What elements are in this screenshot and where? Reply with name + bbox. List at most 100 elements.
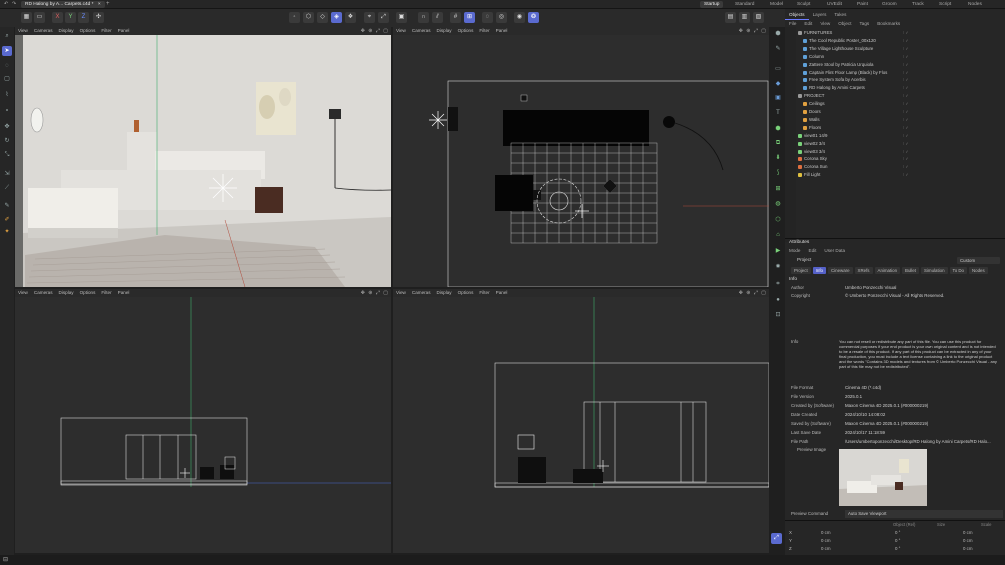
model-mode-icon[interactable]: ▦ (21, 12, 32, 23)
viewport-menu-display[interactable]: Display (434, 27, 455, 35)
visibility-dots-icon[interactable]: ⁝ ✓ (903, 124, 909, 132)
select-tool-icon[interactable]: ➤ (2, 46, 12, 56)
layout-tab-standard[interactable]: Standard (731, 1, 758, 8)
circle-select-icon[interactable]: ∘ (2, 106, 12, 116)
render-region-icon[interactable]: ◎ (496, 12, 507, 23)
layout-tab-track[interactable]: Track (908, 1, 928, 8)
volume-icon[interactable]: ⬡ (773, 215, 783, 225)
layout-tab-script[interactable]: Script (935, 1, 955, 8)
viewport-menu-view[interactable]: View (393, 289, 409, 297)
visibility-dots-icon[interactable]: ⁝ ✓ (903, 69, 909, 77)
object-list-item[interactable]: Column ⁝ ✓ (798, 53, 1005, 61)
viewport-menu-view[interactable]: View (15, 289, 31, 297)
object-menu-edit[interactable]: Edit (800, 20, 816, 28)
viewport-nav-icons[interactable]: ✥ ⊕ ⤢ ▢ (739, 28, 767, 34)
object-list-item[interactable]: Floors ⁝ ✓ (798, 124, 1005, 132)
redo-icon[interactable]: ↷ (12, 1, 16, 7)
object-list-item[interactable]: Zattere Stool by Patricia Urquiola ⁝ ✓ (798, 61, 1005, 69)
visibility-dots-icon[interactable]: ⁝ ✓ (903, 108, 909, 116)
viewport-menu-cameras[interactable]: Cameras (409, 27, 434, 35)
object-list-item[interactable]: view01 14/9 ⁝ ✓ (798, 132, 1005, 140)
viewport-menu-filter[interactable]: Filter (98, 27, 114, 35)
object-list-item[interactable]: RD Halong by Amini Carpets ⁝ ✓ (798, 84, 1005, 92)
layout-tab-nodes[interactable]: Nodes (964, 1, 986, 8)
tab-layers[interactable]: Layers (809, 11, 831, 19)
viewport-menu-filter[interactable]: Filter (98, 289, 114, 297)
viewport-menu-cameras[interactable]: Cameras (31, 27, 56, 35)
viewport-right[interactable]: View Cameras Display Options Filter Panel ✥ ⊕… (393, 289, 769, 553)
coordinate-field[interactable]: 0 cm (821, 546, 831, 551)
viewport-front[interactable]: View Cameras Display Options Filter Panel ✥ ⊕… (15, 289, 391, 553)
object-list-item[interactable]: Corona Sky ⁝ ✓ (798, 155, 1005, 163)
coordinate-field[interactable]: 0 cm (821, 538, 831, 543)
attributes-menu-edit[interactable]: Edit (805, 247, 821, 255)
transform-tool-icon[interactable]: ⇲ (2, 169, 12, 179)
cube-object-icon[interactable]: ⬢ (773, 29, 783, 39)
subtab-simulation[interactable]: Simulation (921, 267, 948, 274)
subtab-project[interactable]: Project (791, 267, 811, 274)
viewport-menu-options[interactable]: Options (455, 27, 477, 35)
coordinate-field[interactable]: 0 ° (895, 546, 900, 551)
viewport-menu-filter[interactable]: Filter (476, 289, 492, 297)
coordinates-column-header[interactable]: Scale (981, 522, 991, 527)
visibility-dots-icon[interactable]: ⁝ ✓ (903, 53, 909, 61)
object-list-item[interactable]: Fill Light ⁝ ✓ (798, 171, 1005, 179)
plane-icon[interactable]: ◆ (773, 79, 783, 89)
object-list-item[interactable]: Walls ⁝ ✓ (798, 116, 1005, 124)
visibility-dots-icon[interactable]: ⁝ ✓ (903, 37, 909, 45)
visibility-dots-icon[interactable]: ⁝ ✓ (903, 76, 909, 84)
visibility-dots-icon[interactable]: ⁝ ✓ (903, 84, 909, 92)
visibility-dots-icon[interactable]: ⁝ ✓ (903, 61, 909, 69)
viewport-menu-display[interactable]: Display (56, 289, 77, 297)
subdivision-icon[interactable]: ⬢ (773, 124, 783, 134)
live-selection-icon[interactable]: ◌ (2, 61, 12, 71)
viewport-menu-display[interactable]: Display (56, 27, 77, 35)
viewport-menu-options[interactable]: Options (77, 289, 99, 297)
grid-icon[interactable]: # (450, 12, 461, 23)
object-menu-tags[interactable]: Tags (855, 20, 873, 28)
visibility-dots-icon[interactable]: ⁝ ✓ (903, 155, 909, 163)
x-axis-toggle[interactable]: X (52, 12, 63, 23)
viewport-top[interactable]: View Cameras Display Options Filter Panel ✥ ⊕… (393, 27, 769, 287)
magnet-icon[interactable]: ∩ (418, 12, 429, 23)
visibility-dots-icon[interactable]: ⁝ ✓ (903, 116, 909, 124)
object-menu-view[interactable]: View (816, 20, 834, 28)
subtab-bullet[interactable]: Bullet (902, 267, 920, 274)
workplane-icon[interactable]: ⤢ (378, 12, 389, 23)
viewport-menu-panel[interactable]: Panel (115, 289, 133, 297)
coordinate-field[interactable]: 0 ° (895, 538, 900, 543)
attributes-menu-user-data[interactable]: User Data (820, 247, 849, 255)
layout-tab-startup[interactable]: Startup (700, 1, 724, 8)
tab-objects[interactable]: Objects (785, 11, 809, 20)
rect-selection-icon[interactable]: ▢ (2, 74, 12, 84)
close-icon[interactable]: × (98, 2, 101, 7)
preset-dropdown[interactable]: Custom (957, 257, 1000, 264)
object-menu-object[interactable]: Object (834, 20, 855, 28)
subtab-cineware[interactable]: Cineware (828, 267, 853, 274)
attributes-menu-mode[interactable]: Mode (785, 247, 805, 255)
visibility-dots-icon[interactable]: ⁝ ✓ (903, 45, 909, 53)
render-picture-viewer-icon[interactable]: ▥ (739, 12, 750, 23)
spline-pen-icon[interactable]: ✎ (773, 44, 783, 54)
subtab-nodes[interactable]: Nodes (969, 267, 988, 274)
visibility-dots-icon[interactable]: ⁝ ✓ (903, 163, 909, 171)
object-list-item[interactable]: Doors ⁝ ✓ (798, 108, 1005, 116)
snap-icon[interactable]: ⌖ (364, 12, 375, 23)
object-list-item[interactable]: The Village Lighthouse Sculpture ⁝ ✓ (798, 45, 1005, 53)
coordinates-column-header[interactable]: Object (Rel) (893, 522, 915, 527)
null-icon[interactable]: ⊞ (773, 184, 783, 194)
paint-icon[interactable]: ✐ (2, 215, 12, 225)
interactive-render-icon[interactable]: ◌ (482, 12, 493, 23)
viewport-menu-display[interactable]: Display (434, 289, 455, 297)
text-icon[interactable]: T (773, 108, 783, 118)
bend-deformer-icon[interactable]: ⬇ (773, 153, 783, 163)
visibility-dots-icon[interactable]: ⁝ ✓ (903, 148, 909, 156)
subtab-xrefs[interactable]: XRefs (854, 267, 873, 274)
object-list-item[interactable]: Captain Flint Floor Lamp (Black) by Flos… (798, 69, 1005, 77)
subtab-to-do[interactable]: To Do (949, 267, 967, 274)
object-list-item[interactable]: Corona Sun ⁝ ✓ (798, 163, 1005, 171)
scale-tool-icon[interactable]: ⤡ (2, 150, 12, 160)
layout-tab-groom[interactable]: Groom (878, 1, 901, 8)
effector-icon[interactable]: ⟆ (773, 168, 783, 178)
coordinate-field[interactable]: 0 cm (963, 538, 973, 543)
